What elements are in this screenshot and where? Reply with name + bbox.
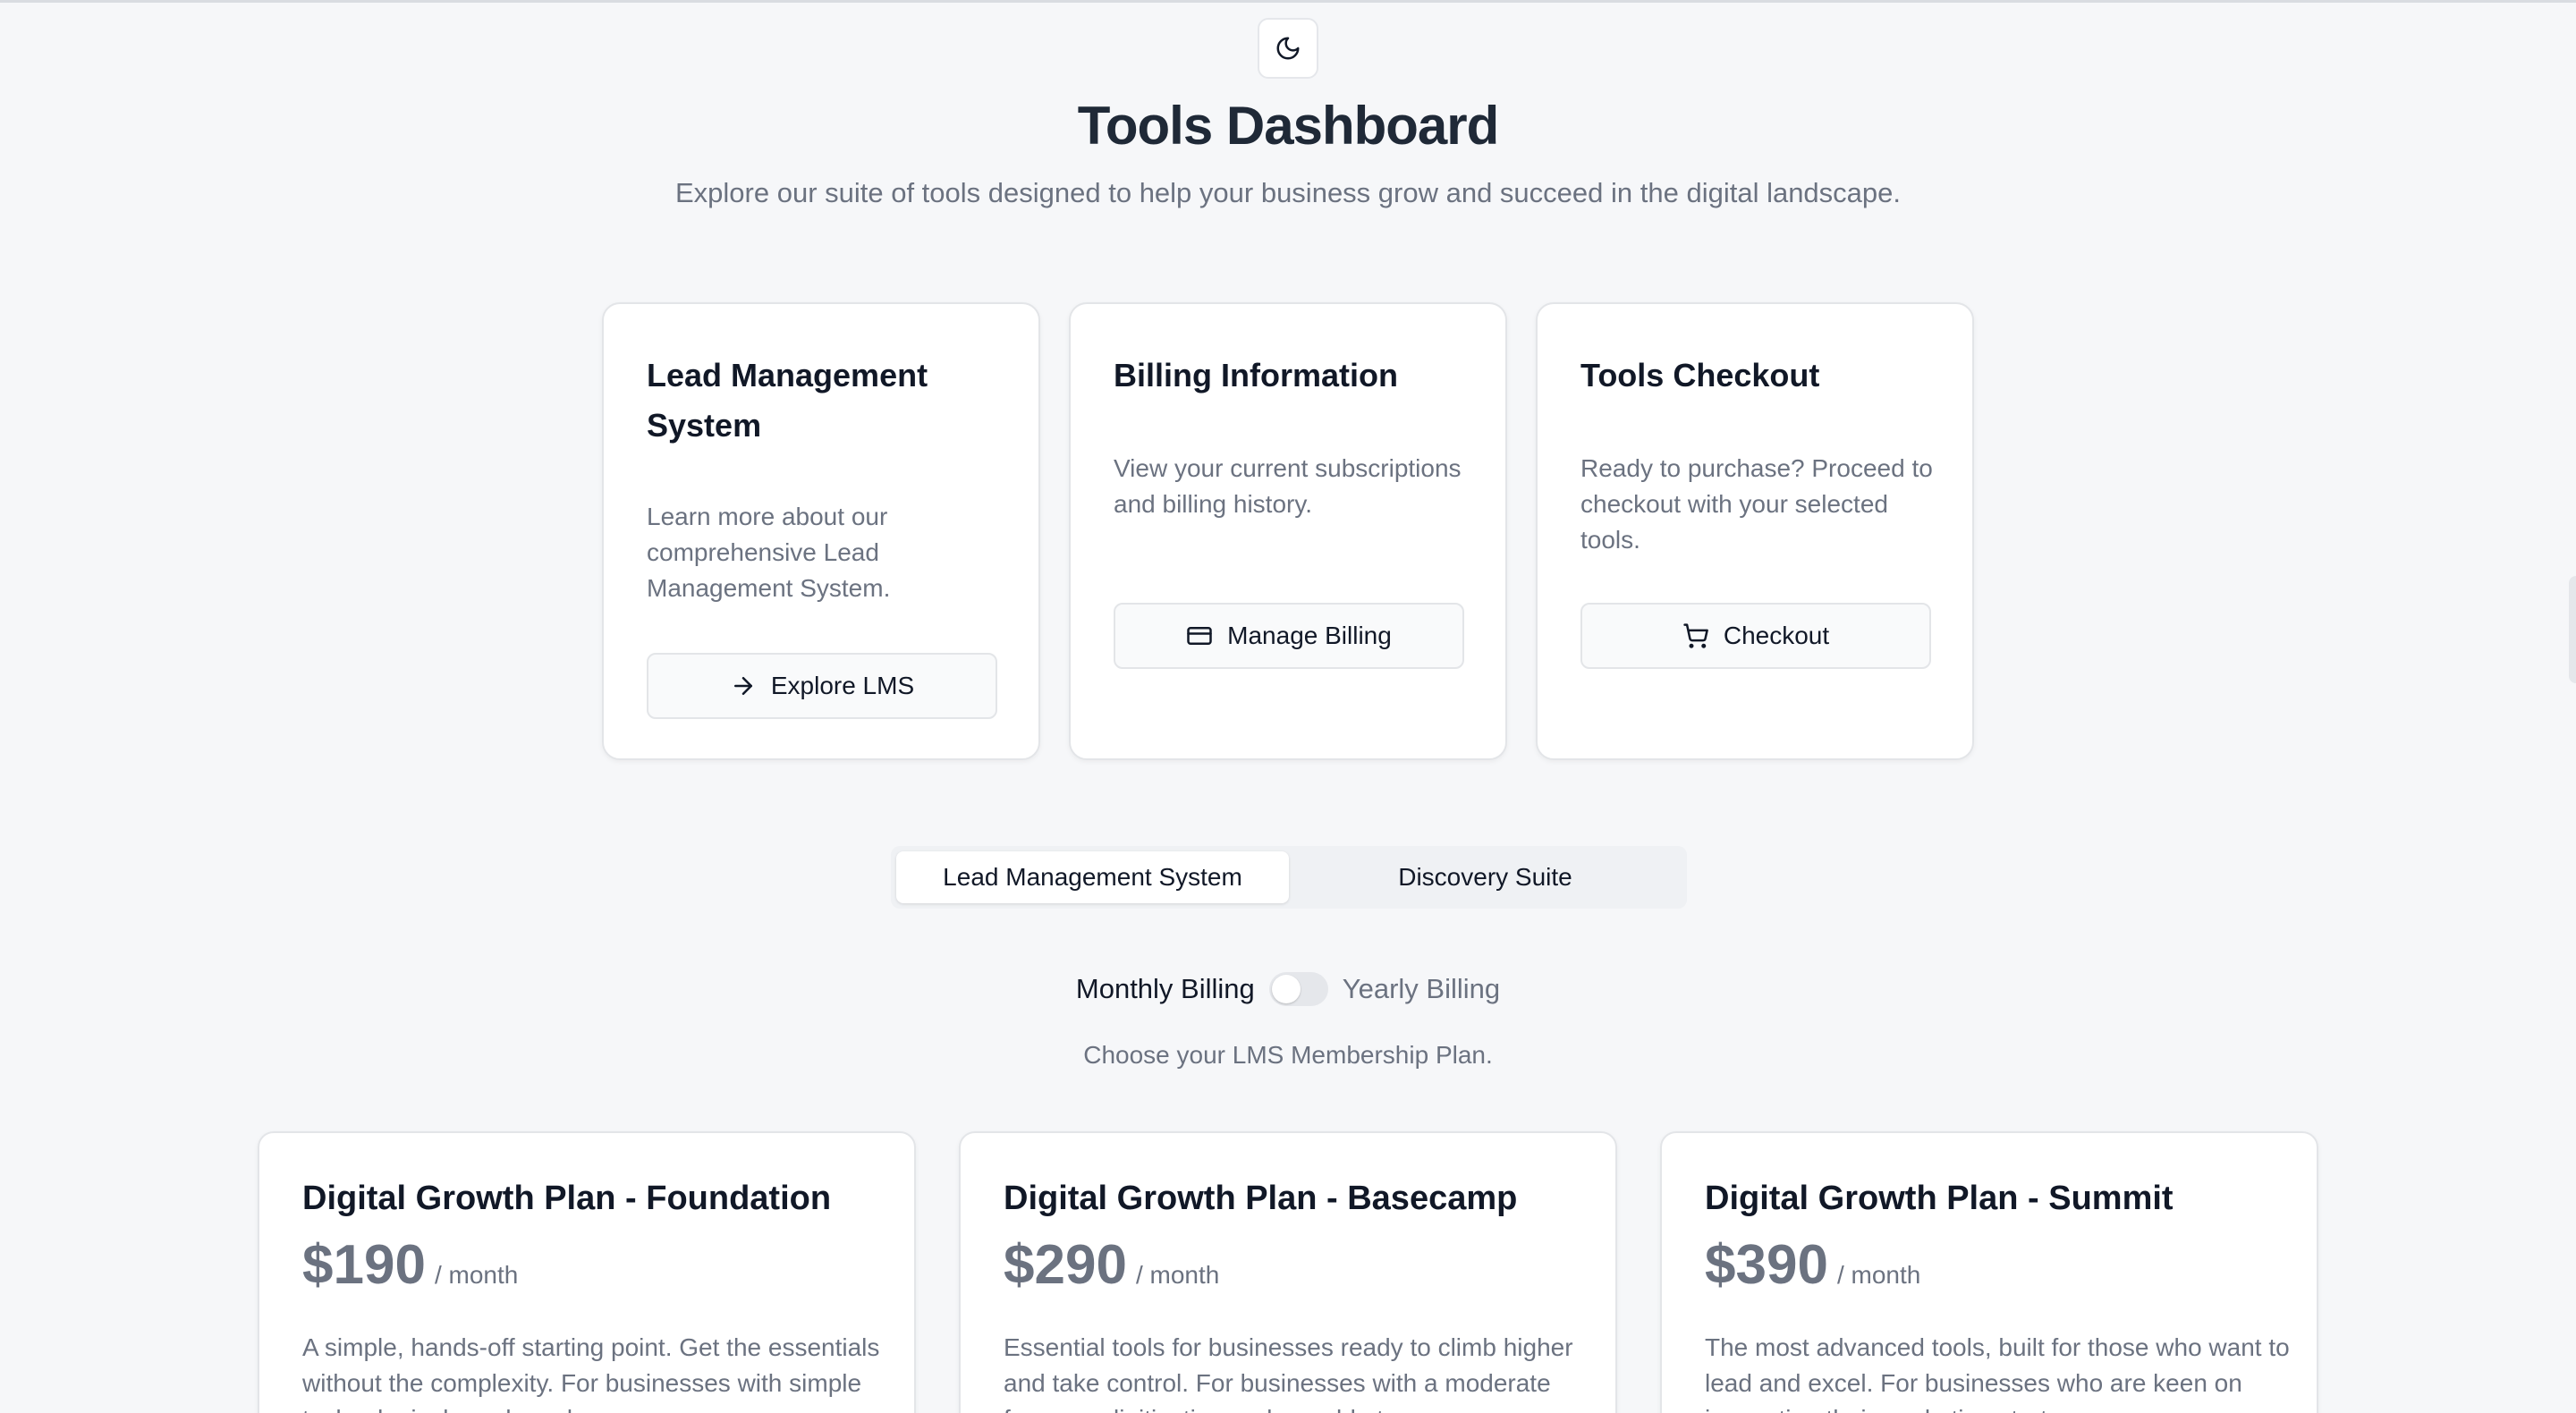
tool-card-title: Lead Management System [647, 357, 928, 444]
plan-description: A simple, hands-off starting point. Get … [302, 1333, 880, 1413]
tab-lead-management-system[interactable]: Lead Management System [896, 851, 1289, 903]
plan-price-period: / month [1135, 1261, 1220, 1289]
tab-discovery-suite[interactable]: Discovery Suite [1289, 851, 1682, 903]
tool-card-description: View your current subscriptions and bill… [1114, 454, 1462, 518]
plan-card-summit: Digital Growth Plan - Summit $390 / mont… [1660, 1131, 2318, 1413]
plan-card-foundation: Digital Growth Plan - Foundation $190 / … [258, 1131, 916, 1413]
plan-name: Digital Growth Plan - Summit [1705, 1180, 2174, 1217]
plan-price-period: / month [1836, 1261, 1921, 1289]
tool-card-description: Learn more about our comprehensive Lead … [647, 503, 891, 602]
credit-card-icon [1187, 627, 1212, 645]
plan-price-period: / month [434, 1261, 519, 1289]
plan-name: Digital Growth Plan - Basecamp [1004, 1180, 1518, 1217]
tool-card-description: Ready to purchase? Proceed to checkout w… [1580, 454, 1933, 554]
plan-price: $390 / month [1705, 1233, 1920, 1297]
yearly-billing-label: Yearly Billing [1342, 973, 1501, 1004]
explore-lms-label: Explore LMS [770, 672, 915, 699]
tool-card-title: Tools Checkout [1580, 357, 1820, 393]
plan-price-amount: $390 [1705, 1234, 1828, 1296]
plan-description: Essential tools for businesses ready to … [1004, 1333, 1573, 1413]
billing-switch-knob [1271, 975, 1301, 1003]
plan-card-basecamp: Digital Growth Plan - Basecamp $290 / mo… [959, 1131, 1617, 1413]
plans-intro: Choose your LMS Membership Plan. [1083, 1041, 1493, 1069]
plan-price: $190 / month [302, 1233, 518, 1297]
side-panel-handle[interactable] [2569, 576, 2576, 683]
product-tabs: Lead Management System Discovery Suite [891, 846, 1687, 909]
manage-billing-button[interactable]: Manage Billing [1114, 603, 1464, 669]
theme-toggle-button[interactable] [1258, 18, 1318, 79]
billing-switch[interactable] [1268, 972, 1328, 1006]
tool-card-billing: Billing Information View your current su… [1069, 302, 1507, 760]
billing-period-toggle: Monthly Billing Yearly Billing [0, 971, 2576, 1007]
checkout-button[interactable]: Checkout [1580, 603, 1931, 669]
page-subtitle: Explore our suite of tools designed to h… [674, 177, 1902, 208]
explore-lms-button[interactable]: Explore LMS [647, 653, 997, 719]
plan-price-amount: $290 [1004, 1234, 1127, 1296]
plan-price-amount: $190 [302, 1234, 426, 1296]
plan-price: $290 / month [1004, 1233, 1219, 1297]
shopping-cart-icon [1683, 623, 1708, 648]
checkout-label: Checkout [1723, 622, 1830, 649]
page-title: Tools Dashboard [1077, 96, 1500, 156]
tool-card-lms: Lead Management System Learn more about … [602, 302, 1040, 760]
tool-card-title: Billing Information [1114, 357, 1398, 393]
monthly-billing-label: Monthly Billing [1075, 973, 1255, 1004]
moon-icon [1276, 37, 1300, 60]
tool-card-checkout: Tools Checkout Ready to purchase? Procee… [1536, 302, 1974, 760]
manage-billing-label: Manage Billing [1227, 622, 1392, 649]
plan-name: Digital Growth Plan - Foundation [302, 1180, 832, 1217]
plan-description: The most advanced tools, built for those… [1705, 1333, 2290, 1413]
arrow-right-icon [733, 677, 752, 695]
top-border [0, 0, 2576, 3]
